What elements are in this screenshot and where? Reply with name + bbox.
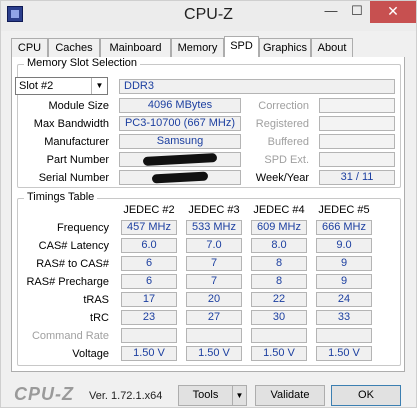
- tab-cpu[interactable]: CPU: [11, 38, 48, 57]
- timing-cell: 6: [121, 274, 177, 289]
- serial-number-label: Serial Number: [38, 172, 109, 184]
- timing-cell: 23: [121, 310, 177, 325]
- timing-cell: 27: [186, 310, 242, 325]
- timing-cell: 6.0: [121, 238, 177, 253]
- spd-ext-value: [319, 152, 395, 167]
- module-size-value: 4096 MBytes: [119, 98, 241, 113]
- timing-row-label: Command Rate: [31, 330, 109, 342]
- timing-cell: 33: [316, 310, 372, 325]
- slot-select[interactable]: Slot #2 ▼: [15, 77, 108, 95]
- minimize-button[interactable]: —: [318, 1, 344, 23]
- timing-row-label: tRAS: [83, 294, 109, 306]
- timing-cell: 1.50 V: [186, 346, 242, 361]
- manufacturer-value: Samsung: [119, 134, 241, 149]
- buffered-label: Buffered: [267, 136, 309, 148]
- tab-about[interactable]: About: [311, 38, 353, 57]
- timing-cell: 7: [186, 256, 242, 271]
- timing-cell: 666 MHz: [316, 220, 372, 235]
- timing-cell: 22: [251, 292, 307, 307]
- timing-cell: 9: [316, 274, 372, 289]
- redaction-mark: [142, 152, 218, 166]
- timing-cell: [186, 328, 242, 343]
- timing-cell: 1.50 V: [251, 346, 307, 361]
- buffered-value: [319, 134, 395, 149]
- timing-row-label: RAS# Precharge: [26, 276, 109, 288]
- tools-button[interactable]: Tools: [178, 385, 233, 406]
- timing-cell: 6: [121, 256, 177, 271]
- timing-cell: 7: [186, 274, 242, 289]
- group-title: Timings Table: [24, 191, 98, 203]
- timing-cell: [251, 328, 307, 343]
- timing-cell: 20: [186, 292, 242, 307]
- week-year-label: Week/Year: [255, 172, 309, 184]
- tab-caches[interactable]: Caches: [48, 38, 100, 57]
- timing-row-label: tRC: [90, 312, 109, 324]
- cpu-z-logo: CPU-Z: [14, 384, 74, 404]
- title-bar[interactable]: CPU-Z — ☐ ✕: [1, 1, 416, 31]
- part-number-value: [119, 152, 241, 167]
- timing-row-label: CAS# Latency: [38, 240, 109, 252]
- timing-cell: 17: [121, 292, 177, 307]
- timing-cell: 8: [251, 274, 307, 289]
- timing-cell: 9.0: [316, 238, 372, 253]
- tab-memory[interactable]: Memory: [171, 38, 224, 57]
- column-header-jedec-2: JEDEC #2: [123, 204, 175, 216]
- group-title: Memory Slot Selection: [24, 57, 141, 69]
- timing-cell: 24: [316, 292, 372, 307]
- timing-row-label: Voltage: [72, 348, 109, 360]
- timing-row-label: Frequency: [57, 222, 109, 234]
- module-size-label: Module Size: [48, 100, 109, 112]
- timing-cell: 9: [316, 256, 372, 271]
- cpu-z-window: CPU-Z — ☐ ✕ CPU Caches Mainboard Memory …: [0, 0, 417, 408]
- maximize-button[interactable]: ☐: [344, 1, 370, 23]
- serial-number-value: [119, 170, 241, 185]
- timing-cell: 8: [251, 256, 307, 271]
- timing-row-label: RAS# to CAS#: [36, 258, 109, 270]
- ok-button[interactable]: OK: [331, 385, 401, 406]
- week-year-value: 31 / 11: [319, 170, 395, 185]
- correction-label: Correction: [258, 100, 309, 112]
- version-label: Ver. 1.72.1.x64: [89, 390, 163, 402]
- column-header-jedec-5: JEDEC #5: [318, 204, 370, 216]
- manufacturer-label: Manufacturer: [44, 136, 109, 148]
- correction-value: [319, 98, 395, 113]
- timing-cell: [316, 328, 372, 343]
- registered-value: [319, 116, 395, 131]
- validate-button[interactable]: Validate: [255, 385, 325, 406]
- timing-cell: [121, 328, 177, 343]
- tab-mainboard[interactable]: Mainboard: [100, 38, 171, 57]
- redaction-mark: [151, 171, 209, 184]
- part-number-label: Part Number: [46, 154, 109, 166]
- timing-cell: 1.50 V: [121, 346, 177, 361]
- spd-ext-label: SPD Ext.: [264, 154, 309, 166]
- timing-cell: 533 MHz: [186, 220, 242, 235]
- timing-cell: 457 MHz: [121, 220, 177, 235]
- max-bandwidth-value: PC3-10700 (667 MHz): [119, 116, 241, 131]
- timing-cell: 30: [251, 310, 307, 325]
- memory-type-value: DDR3: [119, 79, 395, 94]
- registered-label: Registered: [255, 118, 309, 130]
- tab-graphics[interactable]: Graphics: [259, 38, 311, 57]
- close-button[interactable]: ✕: [370, 1, 416, 23]
- slot-select-value: Slot #2: [19, 80, 54, 92]
- max-bandwidth-label: Max Bandwidth: [33, 118, 109, 130]
- tab-spd[interactable]: SPD: [224, 36, 259, 58]
- timing-cell: 609 MHz: [251, 220, 307, 235]
- timing-cell: 8.0: [251, 238, 307, 253]
- timing-cell: 1.50 V: [316, 346, 372, 361]
- column-header-jedec-3: JEDEC #3: [188, 204, 240, 216]
- chevron-down-icon[interactable]: ▼: [91, 78, 107, 94]
- chevron-down-icon[interactable]: ▼: [232, 385, 247, 406]
- column-header-jedec-4: JEDEC #4: [253, 204, 305, 216]
- timing-cell: 7.0: [186, 238, 242, 253]
